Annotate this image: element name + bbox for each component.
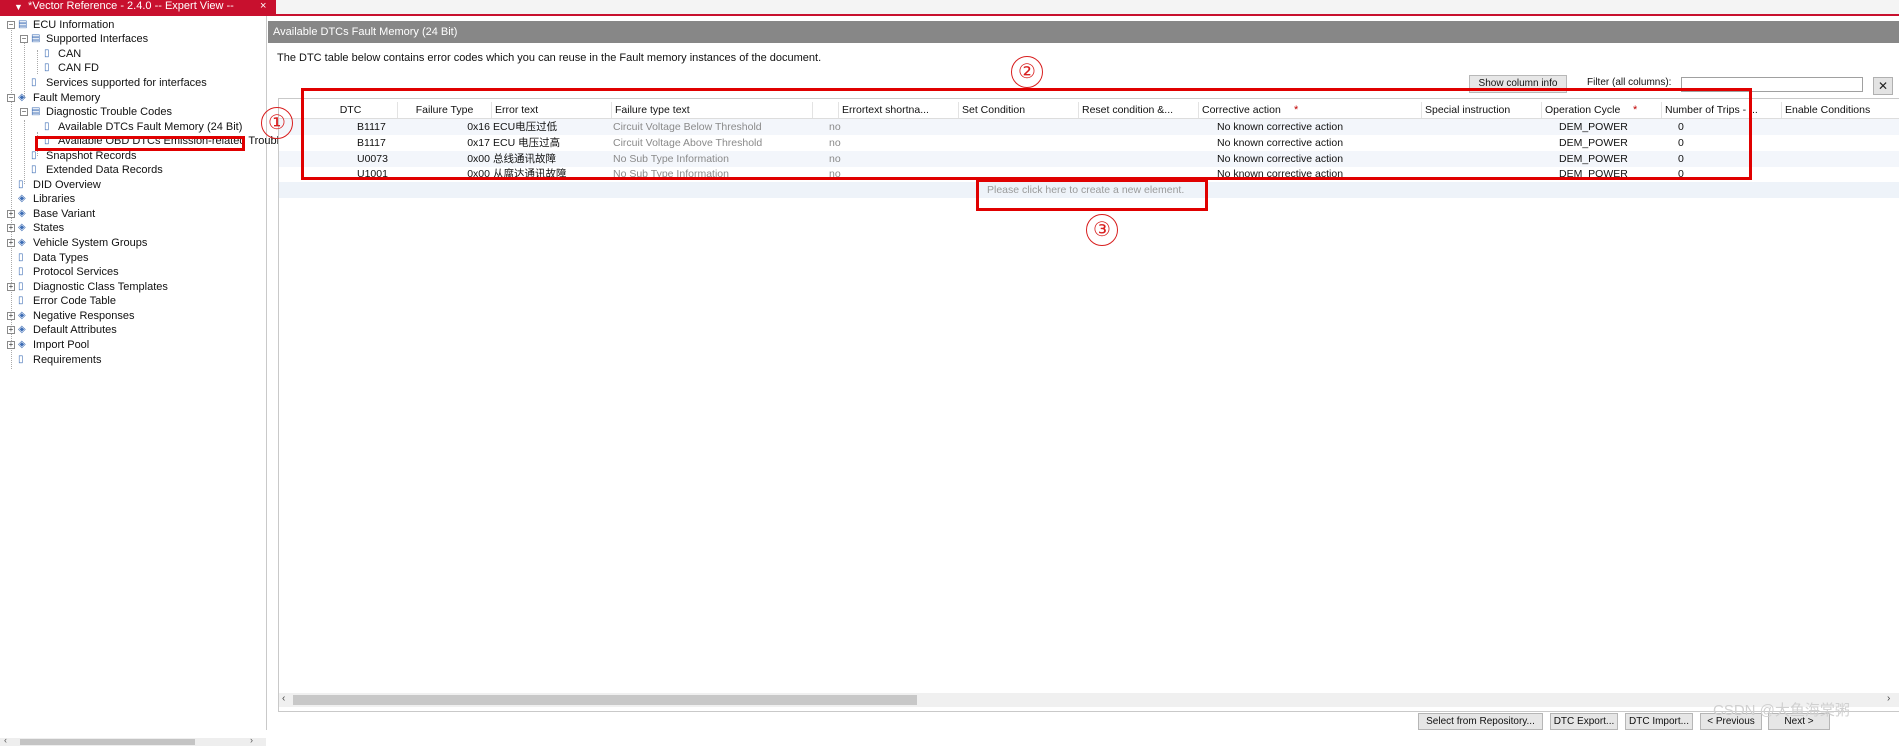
layers-icon: ◈ (18, 324, 26, 335)
expand-icon[interactable]: + (7, 312, 15, 320)
tree-item-label: Data Types (33, 252, 89, 264)
editor-tab[interactable]: ▼ *Vector Reference - 2.4.0 -- Expert Vi… (0, 0, 276, 14)
scroll-left-icon[interactable]: ‹ (4, 735, 7, 745)
layers-icon: ◈ (18, 339, 26, 350)
expand-icon[interactable]: + (7, 283, 15, 291)
document-icon: ▯ (18, 281, 24, 292)
folder-icon: ▤ (31, 33, 41, 44)
expand-icon[interactable]: + (7, 210, 15, 218)
folder-icon: ▤ (31, 106, 41, 117)
tree-item-label: ECU Information (33, 19, 115, 31)
scrollbar-thumb[interactable] (293, 695, 917, 705)
document-icon: ▯ (31, 164, 37, 175)
expand-icon[interactable]: + (7, 326, 15, 334)
scroll-left-icon[interactable]: ‹ (282, 693, 285, 704)
expand-icon[interactable]: + (7, 341, 15, 349)
tree-item-label: CAN (58, 48, 82, 60)
dtc-import-button[interactable]: DTC Import... (1625, 713, 1693, 730)
select-from-repository-button[interactable]: Select from Repository... (1418, 713, 1543, 730)
layers-icon: ◈ (18, 222, 26, 233)
layers-icon: ◈ (18, 310, 26, 321)
collapse-icon[interactable]: − (7, 21, 15, 29)
tree-item-label: Available DTCs Fault Memory (24 Bit) (58, 121, 243, 133)
collapse-icon[interactable]: − (20, 108, 28, 116)
title-strip (0, 0, 1899, 16)
document-icon: ▯ (18, 252, 24, 263)
tree-item-label: Libraries (33, 193, 76, 205)
layers-icon: ◈ (18, 208, 26, 219)
expand-icon[interactable]: + (7, 239, 15, 247)
tree-horizontal-scrollbar[interactable]: ‹ › (0, 735, 266, 746)
document-icon: ▯ (18, 354, 24, 365)
tree-item-label: Vehicle System Groups (33, 237, 148, 249)
column-header-enable-conditions[interactable]: Enable Conditions (1782, 102, 1899, 118)
tree-item-label: Default Attributes (33, 324, 117, 336)
tree-item-label: CAN FD (58, 62, 99, 74)
panel-title: Available DTCs Fault Memory (24 Bit) (268, 21, 1899, 43)
tree-connector (24, 120, 25, 184)
navigation-tree: − ▤ ECU Information − ▤ Supported Interf… (0, 16, 285, 746)
tab-title: *Vector Reference - 2.4.0 -- Expert View… (28, 0, 234, 12)
tree-item-label: Protocol Services (33, 266, 119, 278)
table-horizontal-scrollbar[interactable]: ‹ › (279, 693, 1899, 707)
tree-item-label: Base Variant (33, 208, 96, 220)
document-icon: ▯ (31, 77, 37, 88)
tree-item-label: Supported Interfaces (46, 33, 149, 45)
layers-icon: ◈ (18, 237, 26, 248)
layers-icon: ◈ (18, 92, 26, 103)
document-icon: ▯ (18, 266, 24, 277)
tree-connector (24, 38, 25, 98)
document-icon: ▯ (31, 150, 37, 161)
tree-item-label: Diagnostic Trouble Codes (46, 106, 172, 118)
tab-close-icon[interactable]: × (260, 0, 266, 12)
scroll-right-icon[interactable]: › (250, 735, 253, 745)
dtc-export-button[interactable]: DTC Export... (1550, 713, 1618, 730)
tree-item-label: DID Overview (33, 179, 101, 191)
annotation-number-3: ③ (1086, 214, 1118, 246)
document-icon: ▯ (18, 295, 24, 306)
tree-item-label: Negative Responses (33, 310, 135, 322)
tree-item-label: States (33, 222, 65, 234)
tree-item-label: Extended Data Records (46, 164, 163, 176)
tree-item-label: Snapshot Records (46, 150, 137, 162)
folder-icon: ▤ (18, 19, 28, 30)
panel-description: The DTC table below contains error codes… (277, 52, 822, 64)
tree-item-label: Error Code Table (33, 295, 116, 307)
tree-item-label: Diagnostic Class Templates (33, 281, 168, 293)
annotation-number-1: ① (261, 107, 293, 139)
document-icon: ▯ (44, 121, 50, 132)
collapse-icon[interactable]: − (20, 35, 28, 43)
scroll-right-icon[interactable]: › (1887, 693, 1890, 704)
annotation-number-2: ② (1011, 56, 1043, 88)
clear-filter-button[interactable]: ✕ (1873, 77, 1893, 95)
layers-icon: ◈ (18, 193, 26, 204)
tree-item-label: Import Pool (33, 339, 90, 351)
tree-item-label: Requirements (33, 354, 102, 366)
document-icon: ▯ (18, 179, 24, 190)
annotation-box-1 (35, 136, 245, 151)
tree-connector (37, 50, 38, 74)
watermark-text: CSDN @大鱼海棠粥 (1713, 702, 1850, 719)
document-icon: ▯ (44, 62, 50, 73)
document-icon: ▯ (44, 48, 50, 59)
annotation-box-2 (301, 88, 1752, 180)
tree-item-label: Services supported for interfaces (46, 77, 207, 89)
expand-icon[interactable]: + (7, 224, 15, 232)
filter-label: Filter (all columns): (1587, 77, 1672, 88)
scrollbar-thumb[interactable] (20, 739, 195, 745)
tree-item-label: Fault Memory (33, 92, 101, 104)
collapse-icon[interactable]: − (7, 94, 15, 102)
annotation-box-3 (976, 179, 1208, 211)
tab-menu-icon[interactable]: ▼ (14, 1, 23, 13)
